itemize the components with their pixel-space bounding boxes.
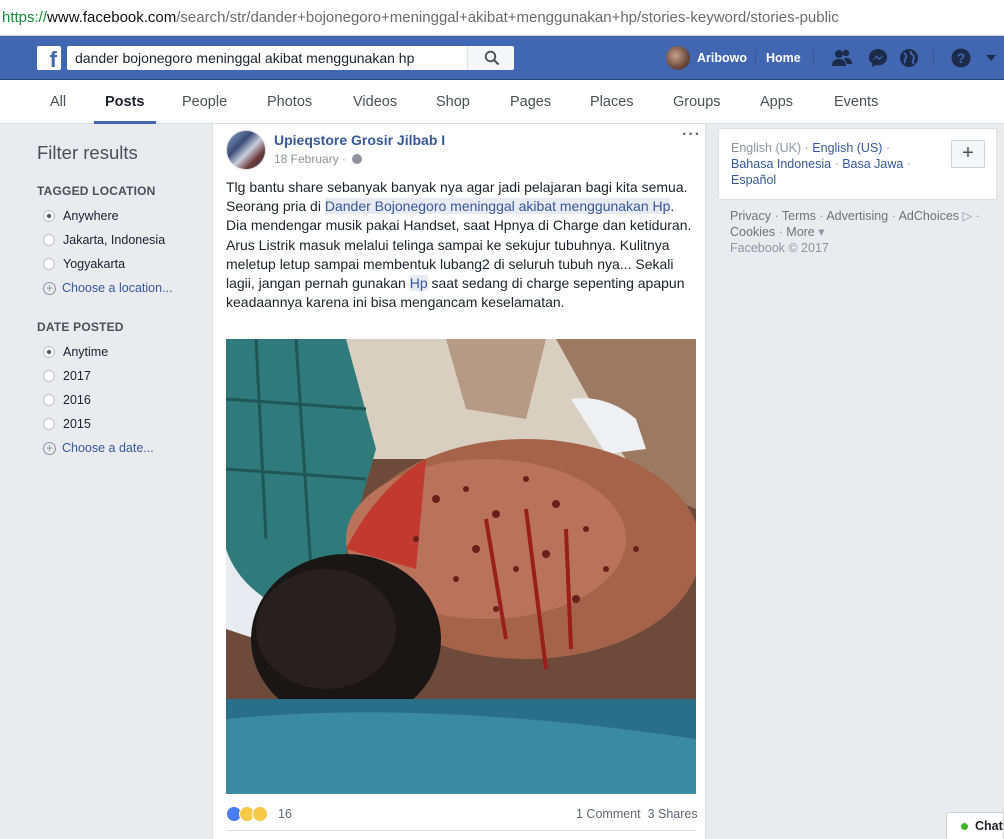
adchoices-link[interactable]: AdChoices bbox=[899, 209, 959, 223]
comments-link[interactable]: 1 Comment bbox=[576, 807, 641, 821]
language-link[interactable]: Español bbox=[731, 173, 776, 187]
tab-posts[interactable]: Posts bbox=[94, 80, 156, 124]
account-menu-caret-icon[interactable] bbox=[986, 55, 996, 61]
divider bbox=[933, 50, 934, 66]
url-scheme: https:// bbox=[2, 9, 48, 26]
language-link[interactable]: Basa Jawa bbox=[842, 157, 903, 171]
avatar[interactable] bbox=[666, 46, 690, 70]
svg-text:?: ? bbox=[957, 50, 966, 66]
tab-apps[interactable]: Apps bbox=[760, 80, 793, 124]
search-input[interactable]: dander bojonegoro meninggal akibat mengg… bbox=[67, 46, 467, 70]
date-posted-heading: DATE POSTED bbox=[37, 320, 124, 334]
post-card: Upieqstore Grosir Jilbab I 18 February ·… bbox=[212, 124, 706, 839]
chevron-down-icon: ▾ bbox=[814, 225, 825, 240]
language-box: English (UK) · English (US) · Bahasa Ind… bbox=[718, 128, 997, 200]
chat-tab[interactable]: Chat bbox=[946, 812, 1004, 839]
home-link[interactable]: Home bbox=[766, 36, 801, 80]
public-globe-icon bbox=[352, 154, 363, 164]
divider bbox=[226, 830, 696, 831]
reaction-count: 16 bbox=[278, 807, 292, 821]
language-link[interactable]: Bahasa Indonesia bbox=[731, 157, 831, 171]
tab-pages[interactable]: Pages bbox=[510, 80, 551, 124]
add-language-button[interactable]: + bbox=[951, 140, 985, 168]
tab-videos[interactable]: Videos bbox=[353, 80, 397, 124]
tab-shop[interactable]: Shop bbox=[436, 80, 470, 124]
post-options-icon[interactable]: ··· bbox=[682, 126, 701, 144]
tagged-location-heading: TAGGED LOCATION bbox=[37, 184, 156, 198]
post-timestamp[interactable]: 18 February · bbox=[274, 152, 363, 166]
profile-link[interactable]: Aribowo bbox=[697, 36, 747, 80]
friend-requests-icon[interactable] bbox=[831, 47, 853, 69]
search-icon bbox=[484, 50, 500, 66]
radio-icon bbox=[43, 370, 55, 382]
search-button[interactable] bbox=[467, 46, 514, 70]
search-tabs: All Posts People Photos Videos Shop Page… bbox=[0, 80, 1004, 124]
plus-circle-icon: + bbox=[43, 282, 56, 295]
privacy-link[interactable]: Privacy bbox=[730, 209, 771, 223]
tab-events[interactable]: Events bbox=[834, 80, 878, 124]
url-path: /search/str/dander+bojonegoro+meninggal+… bbox=[176, 9, 839, 26]
post-photo[interactable] bbox=[226, 339, 696, 794]
radio-icon bbox=[43, 394, 55, 406]
help-icon[interactable]: ? bbox=[950, 47, 972, 69]
terms-link[interactable]: Terms bbox=[782, 209, 816, 223]
facebook-logo-icon[interactable]: f bbox=[37, 46, 61, 70]
language-current: English (UK) bbox=[731, 141, 802, 155]
filter-title: Filter results bbox=[37, 142, 138, 163]
top-navbar: f dander bojonegoro meninggal akibat men… bbox=[0, 36, 1004, 80]
divider bbox=[755, 50, 756, 66]
online-status-icon bbox=[961, 823, 968, 830]
adchoices-icon: ▷ bbox=[962, 209, 973, 223]
tab-people[interactable]: People bbox=[182, 80, 227, 124]
plus-circle-icon: + bbox=[43, 442, 56, 455]
divider bbox=[813, 50, 814, 66]
shares-link[interactable]: 3 Shares bbox=[648, 807, 698, 821]
tab-photos[interactable]: Photos bbox=[267, 80, 312, 124]
radio-icon bbox=[43, 258, 55, 270]
address-bar[interactable]: https://www.facebook.com/search/str/dand… bbox=[0, 0, 1004, 36]
radio-icon bbox=[43, 418, 55, 430]
avatar[interactable] bbox=[226, 130, 266, 170]
post-stats: 1 Comment 3 Shares bbox=[576, 807, 698, 821]
chat-label: Chat bbox=[975, 819, 1003, 833]
more-link[interactable]: More bbox=[786, 225, 814, 239]
language-list: English (UK) · English (US) · Bahasa Ind… bbox=[731, 141, 911, 188]
url-host: www.facebook.com bbox=[47, 9, 177, 26]
advertising-link[interactable]: Advertising bbox=[826, 209, 888, 223]
radio-selected-icon bbox=[43, 346, 55, 358]
keyword-highlight: Hp bbox=[409, 275, 428, 292]
tab-groups[interactable]: Groups bbox=[673, 80, 721, 124]
language-link[interactable]: English (US) bbox=[812, 141, 882, 155]
post-date-text: 18 February bbox=[274, 152, 339, 166]
keyword-highlight: Dander Bojonegoro meninggal akibat mengg… bbox=[324, 198, 671, 215]
cookies-link[interactable]: Cookies bbox=[730, 225, 775, 239]
copyright-text: Facebook © 2017 bbox=[730, 241, 829, 256]
post-body: Tlg bantu share sebanyak banyak nya agar… bbox=[226, 178, 696, 312]
sad-reaction-icon bbox=[252, 806, 268, 822]
radio-icon bbox=[43, 234, 55, 246]
radio-selected-icon bbox=[43, 210, 55, 222]
footer-links: Privacy · Terms · Advertising · AdChoice… bbox=[730, 209, 980, 256]
messenger-icon[interactable] bbox=[867, 47, 889, 69]
tab-places[interactable]: Places bbox=[590, 80, 634, 124]
tab-all[interactable]: All bbox=[50, 80, 66, 124]
notifications-globe-icon[interactable] bbox=[898, 47, 920, 69]
post-author-link[interactable]: Upieqstore Grosir Jilbab I bbox=[274, 132, 445, 148]
